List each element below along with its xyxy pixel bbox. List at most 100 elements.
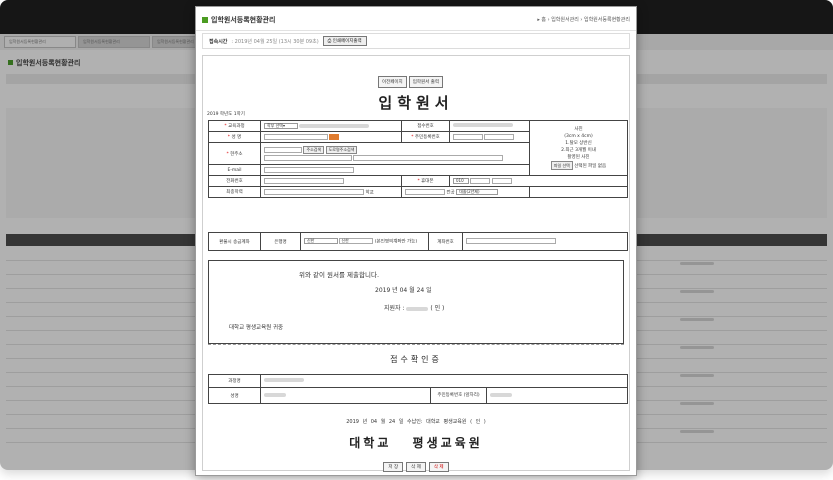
- major-input[interactable]: [405, 188, 445, 195]
- email-input[interactable]: [264, 166, 354, 173]
- delete-button[interactable]: 삭 제: [428, 462, 449, 472]
- account-holder-input[interactable]: 신한: [339, 238, 374, 245]
- email-cell: [260, 164, 530, 176]
- year-label: 2019 학년도 1학기: [207, 112, 245, 117]
- phone-cell: [260, 175, 402, 187]
- blurred-value: [406, 306, 429, 311]
- declaration-text: 위와 같이 원서를 제출합니다.: [299, 271, 380, 279]
- school-label: 최종학력: [208, 186, 261, 198]
- blurred-value: [453, 123, 513, 128]
- cancel-button[interactable]: 삭 제: [406, 462, 426, 472]
- refund-label: 환불시 송금계좌: [208, 232, 261, 251]
- account-number-input[interactable]: [466, 238, 556, 245]
- applicant-seal: ( 인 ): [430, 305, 445, 312]
- receipt-number-cell: [449, 120, 530, 132]
- mobile-label: * 휴대폰: [401, 175, 450, 187]
- applicant-line: 지원자 : ( 인 ): [384, 303, 444, 312]
- declaration-box: 위와 같이 원서를 제출합니다. 2019 년 04 월 24 일 지원자 : …: [208, 260, 624, 344]
- declaration-date: 2019 년 04 월 24 일: [375, 287, 432, 294]
- session-value: : 2019년 04월 25일 (13시 30분 09초): [231, 38, 319, 45]
- breadcrumb: ▸ 홈 › 입학원서관리 › 입학원서등록현황관리: [537, 17, 630, 23]
- holder-note: (본인명의계좌만 가능): [374, 239, 418, 245]
- receipt-table: 과정명 성명 주민등록번호 (앞자리): [208, 374, 628, 404]
- session-bar: 접속시간 : 2019년 04월 25일 (13시 30분 09초) ⎙ 인쇄페…: [202, 33, 630, 49]
- receipt-divider: [208, 344, 624, 345]
- popup-title-text: 입학원서등록현황관리: [211, 16, 276, 24]
- photo-line: 2.최근 3개월 이내: [561, 148, 596, 153]
- name-label: * 성 명: [208, 131, 261, 143]
- blurred-value: [490, 392, 512, 397]
- document-nav-buttons: 이전페이지 입학원서 출력: [378, 76, 443, 88]
- title-bullet-icon: [202, 17, 208, 23]
- bank-cell: 신한 신한 (본인명의계좌만 가능): [300, 232, 429, 251]
- name-check-button[interactable]: [329, 133, 340, 140]
- receipt-rrn-label: 주민등록번호 (앞자리): [430, 387, 487, 404]
- email-label: E-mail: [208, 164, 261, 176]
- address-detail-input[interactable]: [353, 155, 504, 161]
- road-address-search-button[interactable]: 도로명주소검색: [325, 146, 358, 154]
- address-cell: 주소검색 도로명주소검색: [260, 142, 530, 165]
- receipt-organization: 대학교 평생교육원: [203, 434, 629, 451]
- file-select-button[interactable]: 파일 선택: [550, 161, 573, 170]
- name-input[interactable]: [264, 133, 328, 140]
- rrn-front-input[interactable]: [453, 133, 483, 140]
- receipt-name-cell: [260, 387, 431, 404]
- applicant-label: 지원자 :: [384, 305, 405, 312]
- receipt-date-line: 2019 년 04 월 24 일 수납인: 대학교 평생교육원 ( 인 ): [346, 419, 486, 425]
- application-document: 이전페이지 입학원서 출력 입학원서 2019 학년도 1학기 * 교육과정 학…: [202, 55, 630, 472]
- receipt-title: 접수확인증: [390, 355, 442, 364]
- application-form-popup: 입학원서등록현황관리 ▸ 홈 › 입학원서관리 › 입학원서등록현황관리 접속시…: [195, 6, 637, 476]
- school-input[interactable]: [264, 188, 364, 195]
- degree-select[interactable]: 대졸(2년제): [456, 188, 499, 195]
- mobile-prefix-select[interactable]: 010: [453, 177, 469, 184]
- name-cell: [260, 131, 402, 143]
- account-number-label: 계좌번호: [428, 232, 463, 251]
- photo-line: 1.탈모 상반신: [565, 141, 592, 146]
- course-select[interactable]: 학부 선택▾: [264, 122, 298, 129]
- print-application-button[interactable]: 입학원서 출력: [408, 76, 443, 88]
- phone-input[interactable]: [264, 177, 344, 184]
- address-input[interactable]: [264, 155, 352, 161]
- addressee: 대학교 평생교육원 귀중: [229, 325, 284, 331]
- major-cell: 전공 대졸(2년제): [401, 186, 530, 198]
- course-label: * 교육과정: [208, 120, 261, 132]
- school-cell: 학교: [260, 186, 402, 198]
- popup-header: 입학원서등록현황관리 ▸ 홈 › 입학원서관리 › 입학원서등록현황관리: [196, 7, 636, 31]
- print-page-button[interactable]: ⎙ 인쇄페이지출력: [322, 36, 367, 46]
- mobile-last-input[interactable]: [491, 177, 512, 184]
- refund-account-table: 환불시 송금계좌 은행명 신한 신한 (본인명의계좌만 가능) 계좌번호: [208, 232, 628, 251]
- receipt-course-label: 과정명: [208, 374, 261, 388]
- zipcode-input[interactable]: [264, 147, 302, 153]
- receipt-number-label: 접수번호: [401, 120, 450, 132]
- account-number-cell: [462, 232, 628, 251]
- blurred-value: [299, 123, 370, 128]
- bank-select[interactable]: 신한: [304, 238, 338, 245]
- rrn-back-input[interactable]: [484, 133, 515, 140]
- file-status: 선택된 파일 없음: [574, 164, 607, 169]
- document-title: 입학원서: [378, 94, 454, 112]
- course-cell: 학부 선택▾: [260, 120, 402, 132]
- mobile-cell: 010: [449, 175, 628, 187]
- receipt-org-university: 대학교: [349, 436, 392, 450]
- photo-line: 촬영된 사진: [567, 155, 590, 160]
- bank-label: 은행명: [260, 232, 301, 251]
- save-button[interactable]: 저 장: [383, 462, 404, 472]
- school-sub-label: 학교: [365, 190, 374, 196]
- mobile-mid-input[interactable]: [470, 177, 491, 184]
- major-sub-label: 전공: [446, 190, 455, 196]
- print-page-button-label: 인쇄페이지출력: [332, 39, 362, 44]
- rrn-cell: [449, 131, 530, 143]
- receipt-name-label: 성명: [208, 387, 261, 404]
- photo-cell: 사진 (3cm x 4cm) 1.탈모 상반신 2.최근 3개월 이내 촬영된 …: [529, 120, 628, 176]
- address-search-button[interactable]: 주소검색: [303, 146, 325, 154]
- phone-label: 전화번호: [208, 175, 261, 187]
- form-action-buttons: 저 장 삭 제 삭 제: [203, 462, 629, 472]
- receipt-org-institute: 평생교육원: [412, 436, 483, 450]
- blurred-value: [264, 378, 304, 383]
- session-label: 접속시간: [209, 38, 228, 45]
- receipt-rrn-cell: [486, 387, 628, 404]
- school-spacer-cell: [529, 186, 628, 198]
- applicant-info-table: * 교육과정 학부 선택▾ 접수번호 사진 (3cm x 4cm) 1.탈모 상…: [208, 120, 628, 198]
- previous-page-button[interactable]: 이전페이지: [378, 76, 407, 88]
- rrn-label: * 주민등록번호: [401, 131, 450, 143]
